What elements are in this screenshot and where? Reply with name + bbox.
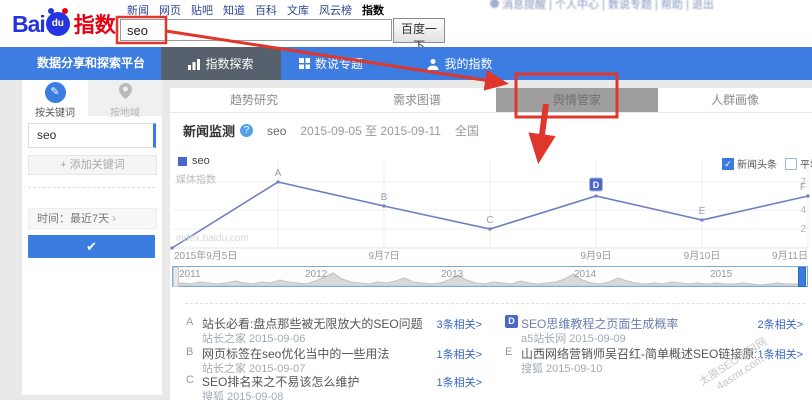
top-header: 新闻 网页 贴吧 知道 百科 文库 风云榜 指数 Bai du 指数 百度一下 … bbox=[0, 0, 812, 47]
navbar-item-label: 数说专题 bbox=[315, 55, 363, 72]
help-icon[interactable]: ? bbox=[240, 124, 253, 137]
year-label: 2015 bbox=[710, 269, 732, 280]
news-source: a5站长网 2015-09-09 bbox=[521, 330, 626, 346]
sidebar-tab-by-region[interactable]: 按地域 bbox=[88, 80, 162, 116]
baidu-index-logo[interactable]: Bai du 指数 bbox=[12, 9, 116, 39]
nav-link-wenku[interactable]: 文库 bbox=[287, 2, 309, 18]
tab-sentiment-manager[interactable]: 舆情管家 bbox=[496, 88, 658, 112]
baidu-top-nav: 新闻 网页 贴吧 知道 百科 文库 风云榜 指数 bbox=[127, 2, 384, 18]
tab-demand-graph[interactable]: 需求图谱 bbox=[338, 88, 496, 112]
chart-series-toggles: ✓ 新闻头条 平均值 bbox=[722, 156, 812, 171]
checkbox-news-headlines[interactable]: ✓ 新闻头条 bbox=[722, 156, 777, 171]
news-source: 站长之家 2015-09-06 bbox=[202, 330, 305, 346]
checkbox-label: 平均值 bbox=[800, 156, 812, 171]
chevron-right-icon: › bbox=[112, 211, 116, 225]
primary-navbar: 数据分享和探索平台 指数探索 数说专题 我的指数 bbox=[0, 47, 812, 80]
logo-product-text: 指数 bbox=[74, 9, 116, 39]
nav-link-zhishu[interactable]: 指数 bbox=[362, 2, 384, 18]
confirm-button[interactable]: ✔ bbox=[28, 235, 155, 258]
year-label: 2012 bbox=[305, 269, 327, 280]
news-source: 搜狐 2015-09-10 bbox=[521, 360, 602, 376]
sidebar-divider bbox=[28, 187, 155, 188]
search-input[interactable] bbox=[120, 19, 392, 41]
tab-crowd-portrait[interactable]: 人群画像 bbox=[658, 88, 812, 112]
user-links-blurred[interactable]: 消息提醒 | 个人中心 | 数说专题 | 帮助 | 退出 bbox=[490, 0, 714, 12]
bar-chart-icon bbox=[188, 58, 200, 70]
filter-sidebar: ✎ 按关键词 按地域 seo + 添加关键词 时间：最近7天› ✔ bbox=[22, 80, 162, 395]
checkbox-average[interactable]: 平均值 bbox=[785, 156, 812, 171]
time-filter[interactable]: 时间：最近7天› bbox=[28, 208, 157, 229]
checkbox-label: 新闻头条 bbox=[737, 156, 777, 171]
news-letter-badge: D bbox=[505, 315, 518, 328]
baidu-search-button[interactable]: 百度一下 bbox=[393, 18, 445, 43]
monitor-date-range: 2015-09-05 至 2015-09-11 bbox=[300, 122, 441, 139]
year-label: 2014 bbox=[574, 269, 596, 280]
nav-link-fengyunbang[interactable]: 风云榜 bbox=[319, 2, 352, 18]
navbar-item-data-topics[interactable]: 数说专题 bbox=[288, 47, 374, 80]
related-count-link[interactable]: 3条相关> bbox=[436, 316, 482, 332]
related-count-link[interactable]: 1条相关> bbox=[436, 346, 482, 362]
slider-right-handle[interactable] bbox=[798, 267, 806, 287]
news-letter: B bbox=[186, 346, 193, 358]
nav-link-tieba[interactable]: 贴吧 bbox=[191, 2, 213, 18]
baidu-paw-icon: du bbox=[46, 12, 70, 36]
slider-left-handle[interactable] bbox=[173, 267, 179, 287]
chart-y-axis-label: 媒体指数 bbox=[176, 171, 216, 186]
navbar-item-my-index[interactable]: 我的指数 bbox=[420, 47, 500, 80]
location-pin-icon bbox=[119, 83, 132, 99]
sidebar-tab-by-keyword[interactable]: ✎ 按关键词 bbox=[22, 80, 88, 116]
pencil-icon: ✎ bbox=[45, 82, 66, 103]
nav-link-news[interactable]: 新闻 bbox=[127, 2, 149, 18]
sidebar-tab-label: 按地域 bbox=[88, 104, 162, 119]
monitor-region: 全国 bbox=[455, 122, 479, 139]
legend-label: seo bbox=[192, 155, 210, 167]
section-tabs: 趋势研究 需求图谱 舆情管家 人群画像 bbox=[170, 88, 812, 113]
year-label: 2013 bbox=[441, 269, 463, 280]
news-letter: A bbox=[186, 316, 193, 328]
news-monitor-header: 新闻监测 ? seo 2015-09-05 至 2015-09-11 全国 bbox=[183, 121, 479, 140]
user-icon bbox=[490, 0, 499, 8]
date-range-slider[interactable]: 2011 2012 2013 2014 2015 bbox=[172, 266, 808, 287]
navbar-item-label: 指数探索 bbox=[205, 55, 253, 72]
related-count-link[interactable]: 1条相关> bbox=[436, 374, 482, 390]
news-letter: C bbox=[186, 374, 194, 386]
nav-link-web[interactable]: 网页 bbox=[159, 2, 181, 18]
checkbox-checked-icon: ✓ bbox=[722, 158, 734, 170]
related-count-link[interactable]: 2条相关> bbox=[757, 316, 803, 332]
nav-link-baike[interactable]: 百科 bbox=[255, 2, 277, 18]
news-source: 搜狐 2015-09-08 bbox=[202, 388, 283, 400]
monitor-keyword: seo bbox=[267, 124, 286, 138]
section-title: 新闻监测 bbox=[183, 121, 235, 140]
legend-swatch bbox=[178, 157, 187, 166]
time-filter-label: 时间：最近7天 bbox=[37, 213, 109, 225]
navbar-brand: 数据分享和探索平台 bbox=[37, 47, 145, 80]
chart-legend: seo bbox=[178, 155, 210, 167]
checkbox-unchecked-icon bbox=[785, 158, 797, 170]
logo-bai-text: Bai bbox=[12, 11, 45, 38]
person-icon bbox=[427, 58, 439, 70]
navbar-item-label: 我的指数 bbox=[444, 55, 492, 72]
nav-link-zhidao[interactable]: 知道 bbox=[223, 2, 245, 18]
tab-trend-research[interactable]: 趋势研究 bbox=[170, 88, 338, 112]
add-keyword-button[interactable]: + 添加关键词 bbox=[28, 155, 157, 175]
year-label: 2011 bbox=[179, 269, 201, 280]
news-divider bbox=[185, 303, 805, 304]
grid-icon bbox=[299, 58, 310, 69]
baidu-index-page: 新闻 网页 贴吧 知道 百科 文库 风云榜 指数 Bai du 指数 百度一下 … bbox=[0, 0, 812, 400]
keyword-chip[interactable]: seo bbox=[28, 123, 156, 148]
sidebar-tab-label: 按关键词 bbox=[22, 104, 88, 119]
navbar-item-index-explore[interactable]: 指数探索 bbox=[161, 47, 281, 80]
news-letter: E bbox=[505, 346, 512, 358]
